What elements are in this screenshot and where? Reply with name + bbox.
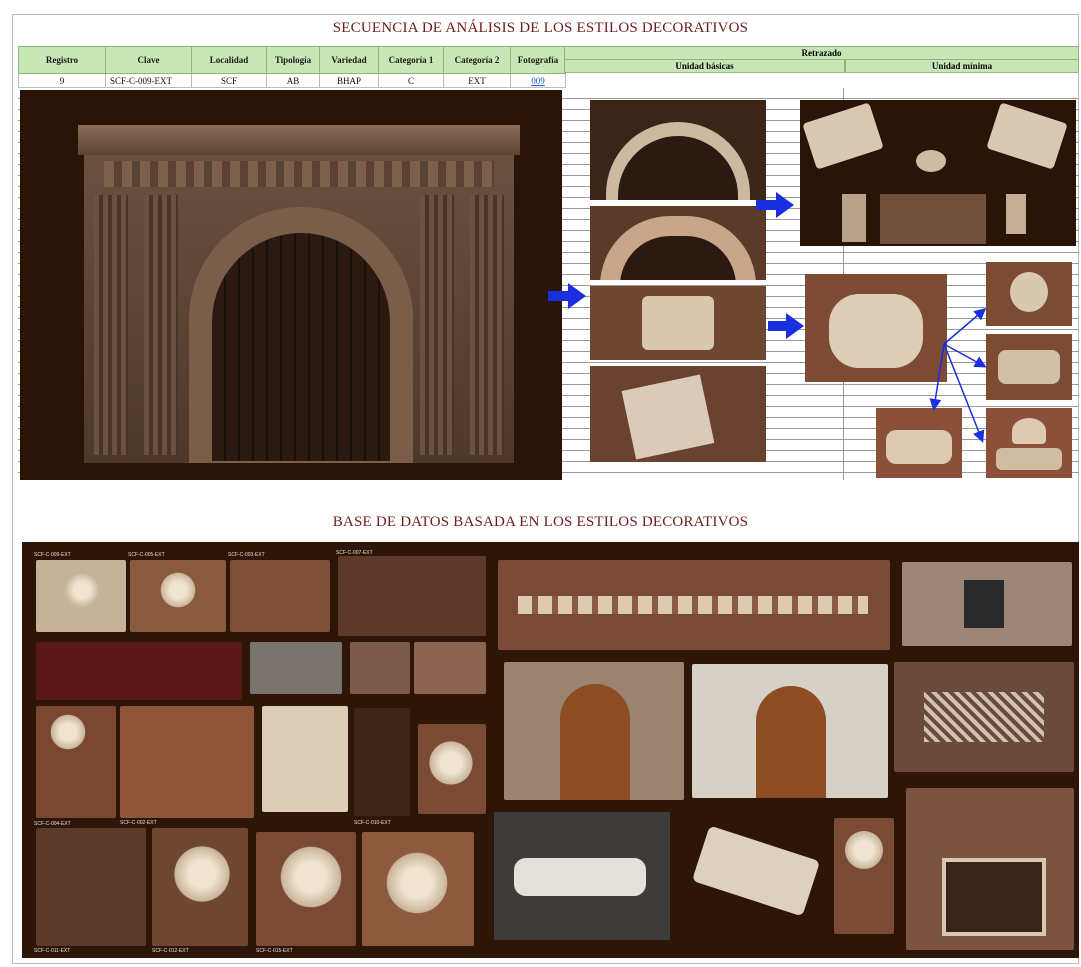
branch-arrows [929,308,987,443]
tile-caption: SCF-C-011-EXT [34,948,71,954]
doorway-photo-1[interactable] [504,662,684,800]
tile-caption: SCF-C-010-EXT [354,820,391,826]
stone-relief-photo[interactable] [494,812,670,940]
flower-ornament-icon [426,738,476,788]
ornament-tile[interactable] [262,706,348,812]
ornament-tile[interactable] [36,828,146,946]
arch-piece-photo[interactable] [680,812,830,940]
ornament-tile[interactable] [414,642,486,694]
arrow-to-arch-pieces [756,192,794,218]
arrow-to-monogram [768,313,804,339]
database-panel: SCF-C-009-EXT SCF-C-005-EXT SCF-C-003-EX… [22,542,1079,958]
tile-caption: SCF-C-004-EXT [34,821,71,827]
tile-caption: SCF-C-007-EXT [336,550,373,556]
flower-ornament-icon [158,570,198,610]
doorway-photo-2[interactable] [692,664,888,798]
window-facade-photo[interactable] [902,562,1072,646]
ornament-tile[interactable] [250,642,342,694]
flower-ornament-icon [170,842,234,906]
tile-caption: SCF-C-003-EXT [228,552,265,558]
ornament-tile[interactable] [354,708,410,816]
tile-caption: SCF-C-002-EXT [120,820,157,826]
rosette-photo[interactable] [834,818,894,934]
flower-ornament-icon [48,712,88,752]
window-frame-photo[interactable] [906,788,1074,950]
ornament-tile[interactable] [120,706,254,818]
tile-caption: SCF-C-009-EXT [34,552,71,558]
window-ornament-photo[interactable] [894,662,1074,772]
flower-ornament-icon [62,570,102,610]
ornament-tile[interactable] [36,642,242,700]
flower-ornament-icon [382,848,452,918]
ornament-tile[interactable] [230,560,330,632]
tile-caption: SCF-C-005-EXT [128,552,165,558]
ornament-tile[interactable] [338,556,486,636]
database-title: BASE DE DATOS BASADA EN LOS ESTILOS DECO… [332,514,749,530]
tile-caption: SCF-C-015-EXT [256,948,293,954]
frieze-photo[interactable] [498,560,890,650]
arrow-to-basic-units [548,283,586,309]
ornament-tile[interactable] [350,642,410,694]
flower-ornament-icon [276,842,346,912]
tile-caption: SCF-C-012-EXT [152,948,189,954]
